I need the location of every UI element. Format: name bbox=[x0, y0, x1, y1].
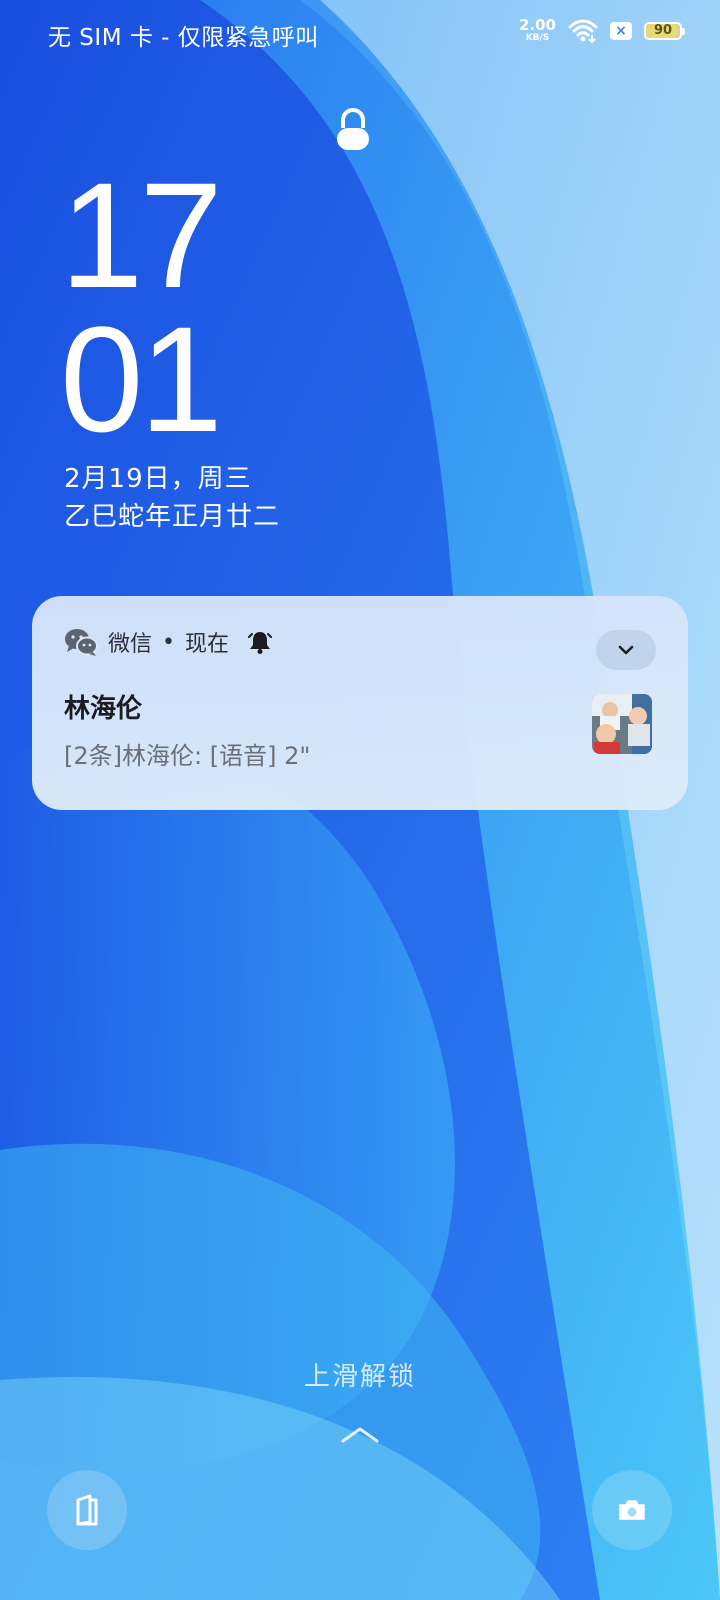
wifi-icon bbox=[568, 19, 598, 43]
network-speed: 2.00 KB/S bbox=[519, 18, 556, 43]
lunar-date-text: 乙巳蛇年正月廿二 bbox=[64, 502, 281, 532]
carrier-text: 无 SIM 卡 - 仅限紧急呼叫 bbox=[48, 25, 319, 51]
camera-icon bbox=[619, 1500, 645, 1520]
status-icons: 2.00 KB/S × 90 bbox=[519, 18, 685, 43]
battery-percent: 90 bbox=[653, 23, 673, 38]
wechat-notification[interactable]: 微信 • 现在 林海伦 [2条]林海伦: [语音] 2" bbox=[32, 596, 688, 810]
notification-time: 现在 bbox=[185, 632, 230, 657]
expand-button[interactable] bbox=[596, 630, 656, 670]
chevron-up-icon[interactable] bbox=[340, 1424, 380, 1444]
phone-icon bbox=[76, 1494, 98, 1526]
camera-shortcut-button[interactable] bbox=[592, 1470, 672, 1550]
status-bar: 无 SIM 卡 - 仅限紧急呼叫 2.00 KB/S × 90 bbox=[0, 0, 720, 66]
chevron-down-icon bbox=[618, 645, 634, 655]
notification-separator: • bbox=[162, 629, 175, 655]
battery-icon: 90 bbox=[644, 21, 685, 40]
notification-app-name: 微信 bbox=[108, 632, 153, 657]
clock-hours: 17 bbox=[60, 151, 223, 319]
clock-minutes: 01 bbox=[60, 295, 223, 463]
clock: 17 01 bbox=[60, 151, 223, 463]
notification-title: 林海伦 bbox=[64, 694, 143, 724]
lock-screen: 无 SIM 卡 - 仅限紧急呼叫 2.00 KB/S × 90 17 01 2月… bbox=[0, 0, 720, 1600]
notification-header: 微信 • 现在 bbox=[64, 626, 273, 658]
date-text: 2月19日，周三 bbox=[64, 464, 252, 494]
network-speed-value: 2.00 bbox=[518, 16, 556, 34]
wechat-icon bbox=[65, 629, 98, 656]
no-sim-icon: × bbox=[610, 21, 632, 40]
lock-icon bbox=[337, 108, 369, 150]
network-speed-unit: KB/S bbox=[525, 33, 550, 43]
bell-icon bbox=[248, 632, 273, 654]
swipe-unlock-hint: 上滑解锁 bbox=[303, 1362, 416, 1392]
notification-thumbnail bbox=[592, 694, 652, 754]
phone-shortcut-button[interactable] bbox=[47, 1470, 127, 1550]
notification-body: [2条]林海伦: [语音] 2" bbox=[64, 742, 311, 770]
